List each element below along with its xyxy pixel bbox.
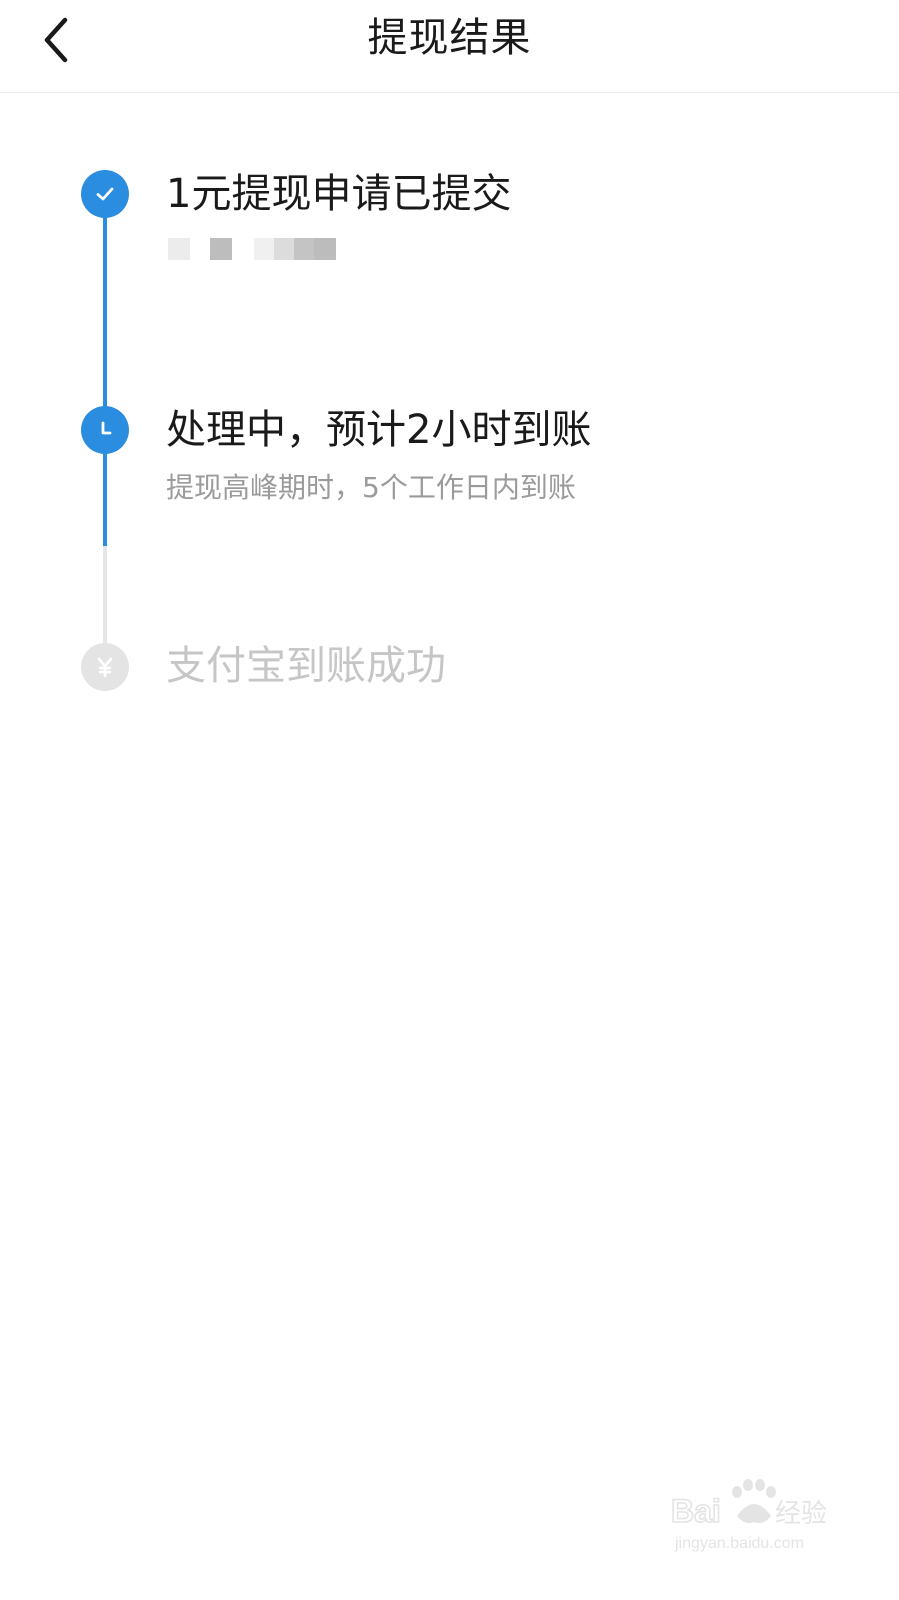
step-submitted-title: 1元提现申请已提交: [166, 171, 512, 217]
step-processing-icon: [81, 406, 129, 454]
step-pending-icon: [81, 643, 129, 691]
step-done-icon: [81, 170, 129, 218]
svg-text:Bai: Bai: [671, 1493, 721, 1529]
step-processing-note: 提现高峰期时，5个工作日内到账: [166, 471, 576, 504]
timeline-connector-complete: [103, 196, 107, 420]
clock-icon: [101, 421, 112, 435]
check-icon: [96, 187, 114, 201]
step-arrived-title: 支付宝到账成功: [166, 643, 446, 689]
baidu-jingyan-watermark: Bai 经验 jingyan.baidu.com: [670, 1479, 827, 1552]
svg-text:jingyan.baidu.com: jingyan.baidu.com: [674, 1535, 804, 1552]
nav-bar: 提现结果: [0, 0, 899, 93]
redacted-time-mosaic: [168, 238, 338, 262]
yuan-icon: [97, 657, 113, 678]
svg-text:经验: 经验: [775, 1499, 827, 1529]
page-title: 提现结果: [367, 15, 532, 61]
step-processing-title: 处理中，预计2小时到账: [166, 407, 592, 453]
withdraw-progress-timeline: 1元提现申请已提交 处理中，预计2小时到账 提现高峰期时，5个工作日内到账 支付…: [0, 92, 899, 792]
